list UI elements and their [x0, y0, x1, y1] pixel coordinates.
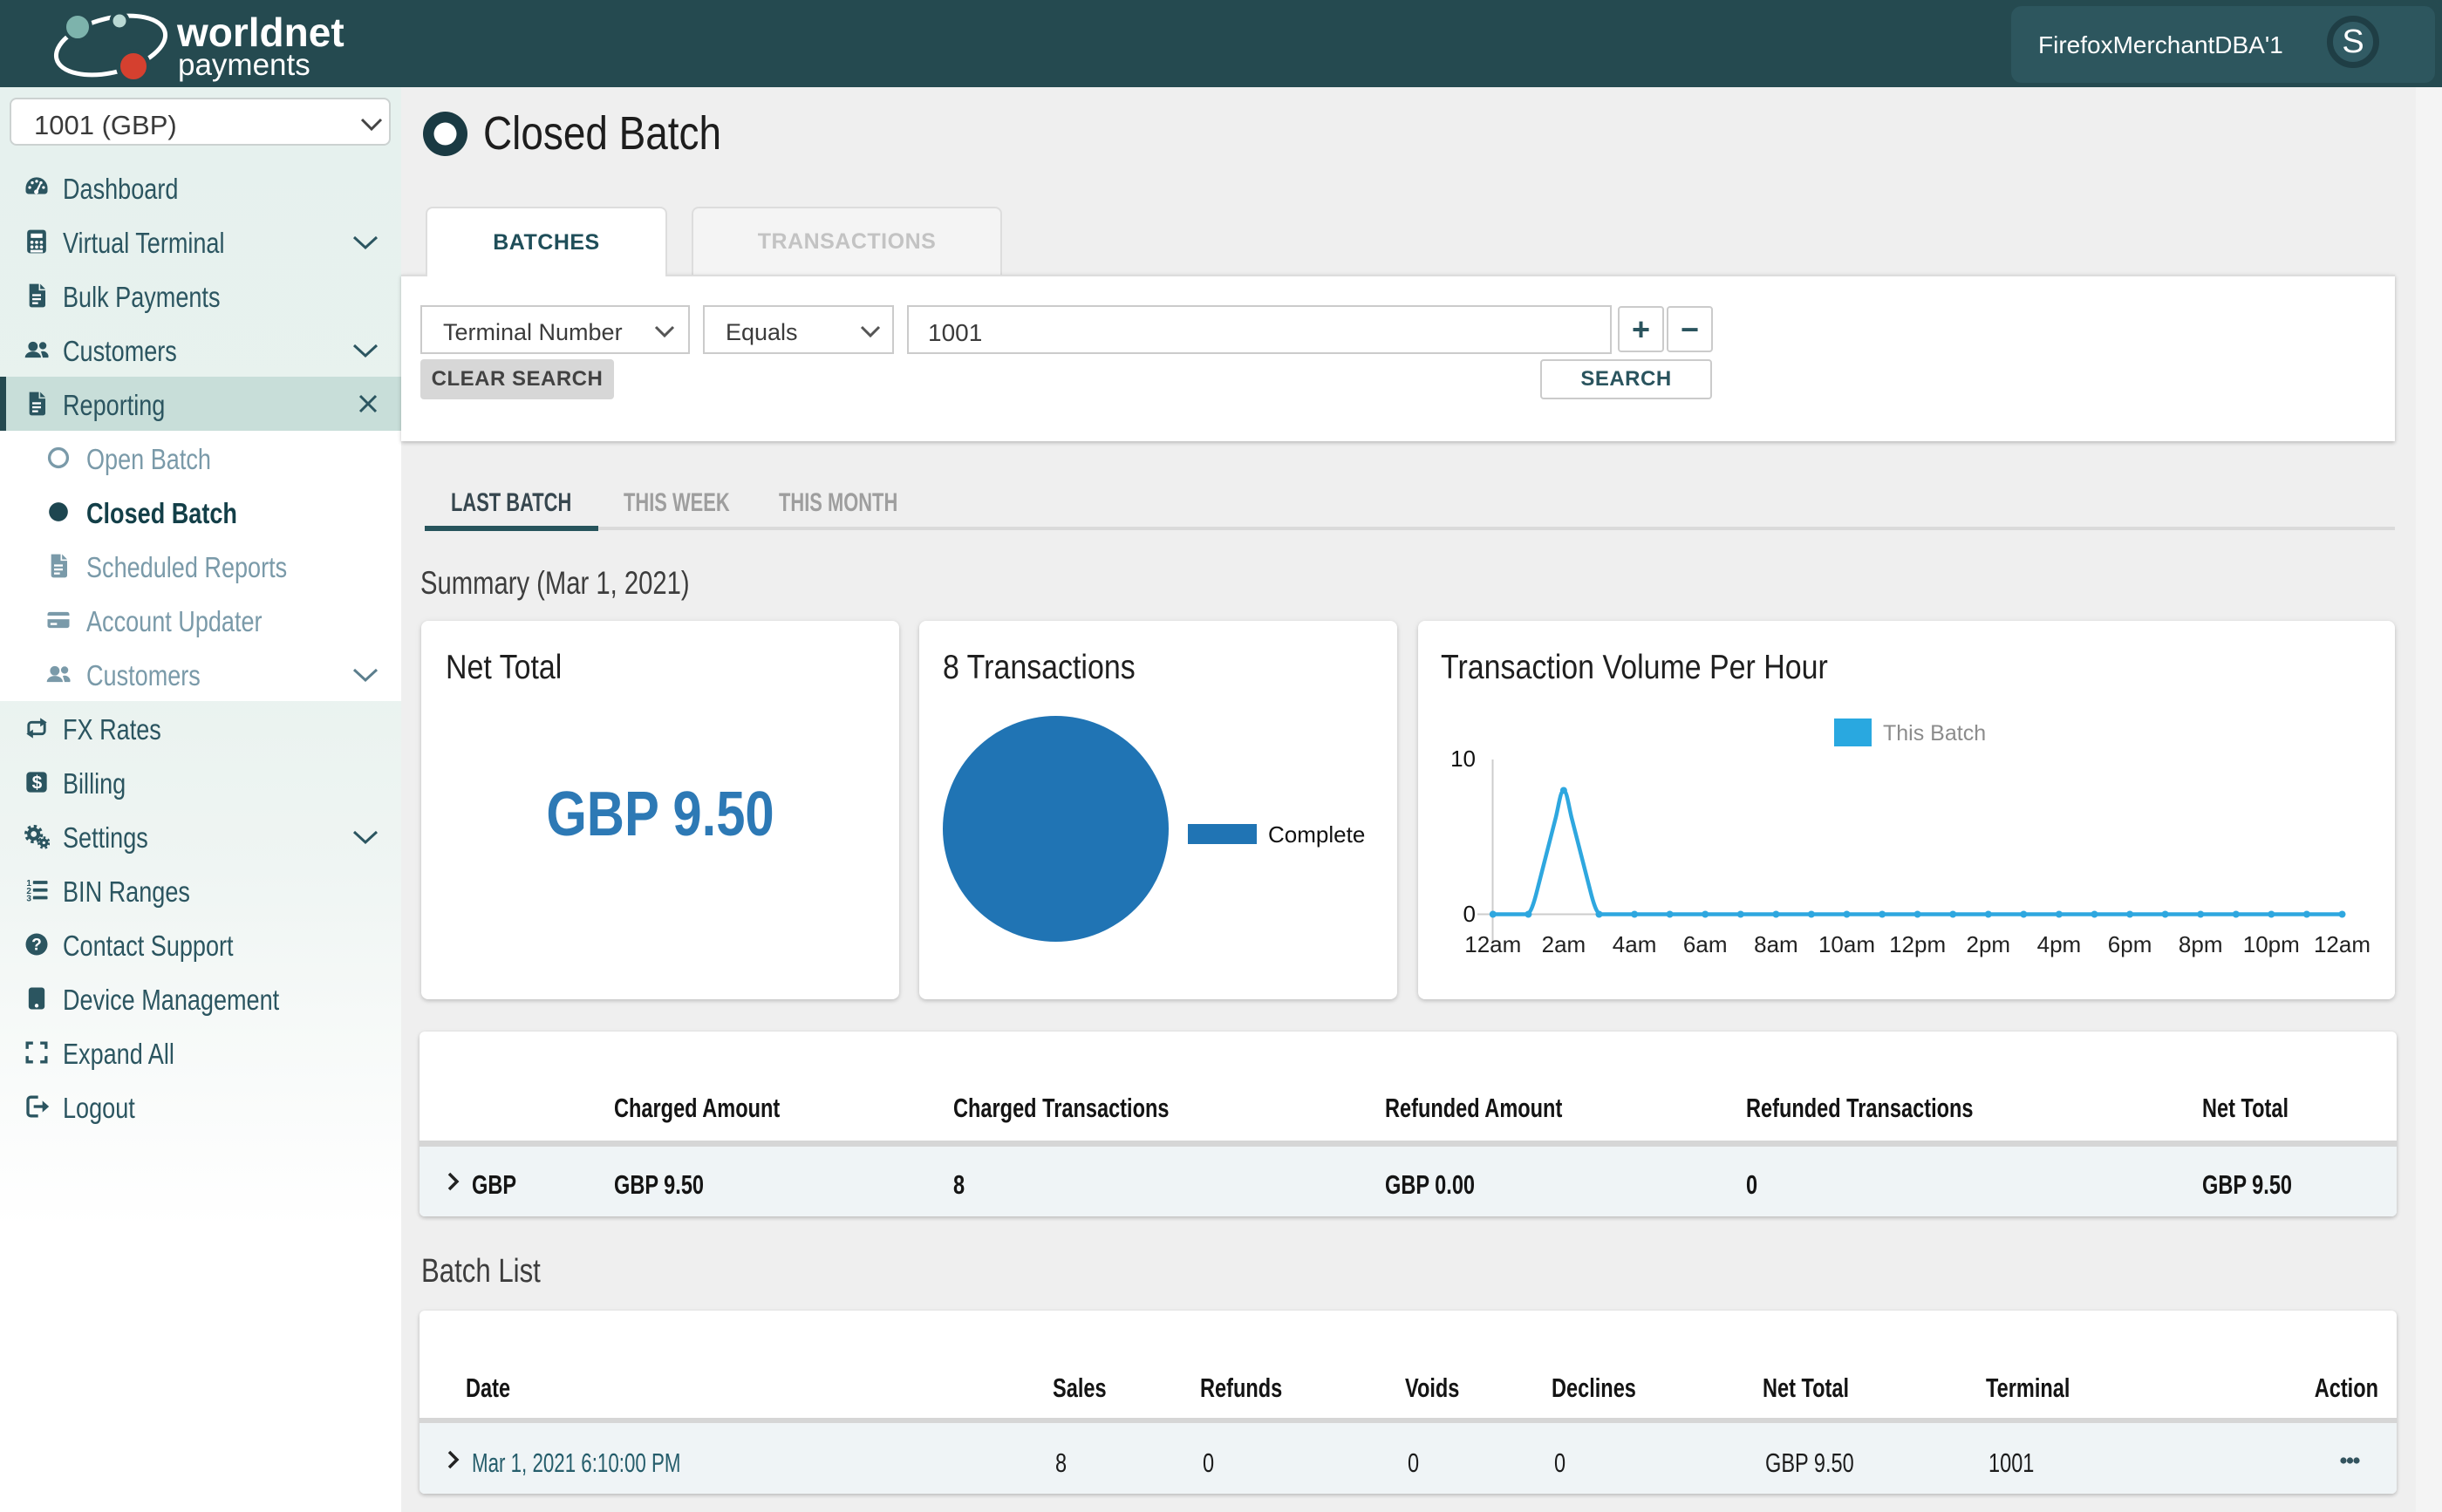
svg-text:2pm: 2pm: [1967, 931, 2011, 957]
svg-text:?: ?: [31, 936, 42, 955]
svg-text:6am: 6am: [1683, 931, 1728, 957]
svg-text:10pm: 10pm: [2243, 931, 2300, 957]
svg-text:2am: 2am: [1542, 931, 1586, 957]
svg-text:6pm: 6pm: [2108, 931, 2152, 957]
svg-text:8pm: 8pm: [2179, 931, 2223, 957]
svg-text:10am: 10am: [1818, 931, 1875, 957]
svg-text:4am: 4am: [1613, 931, 1657, 957]
svg-text:4pm: 4pm: [2037, 931, 2082, 957]
svg-text:12am: 12am: [2314, 931, 2370, 957]
svg-text:3: 3: [26, 895, 31, 904]
svg-text:8am: 8am: [1754, 931, 1798, 957]
svg-text:12am: 12am: [1464, 931, 1521, 957]
svg-text:0: 0: [1463, 901, 1476, 927]
svg-text:10: 10: [1450, 746, 1476, 772]
svg-text:12pm: 12pm: [1889, 931, 1946, 957]
svg-text:$: $: [32, 773, 43, 793]
